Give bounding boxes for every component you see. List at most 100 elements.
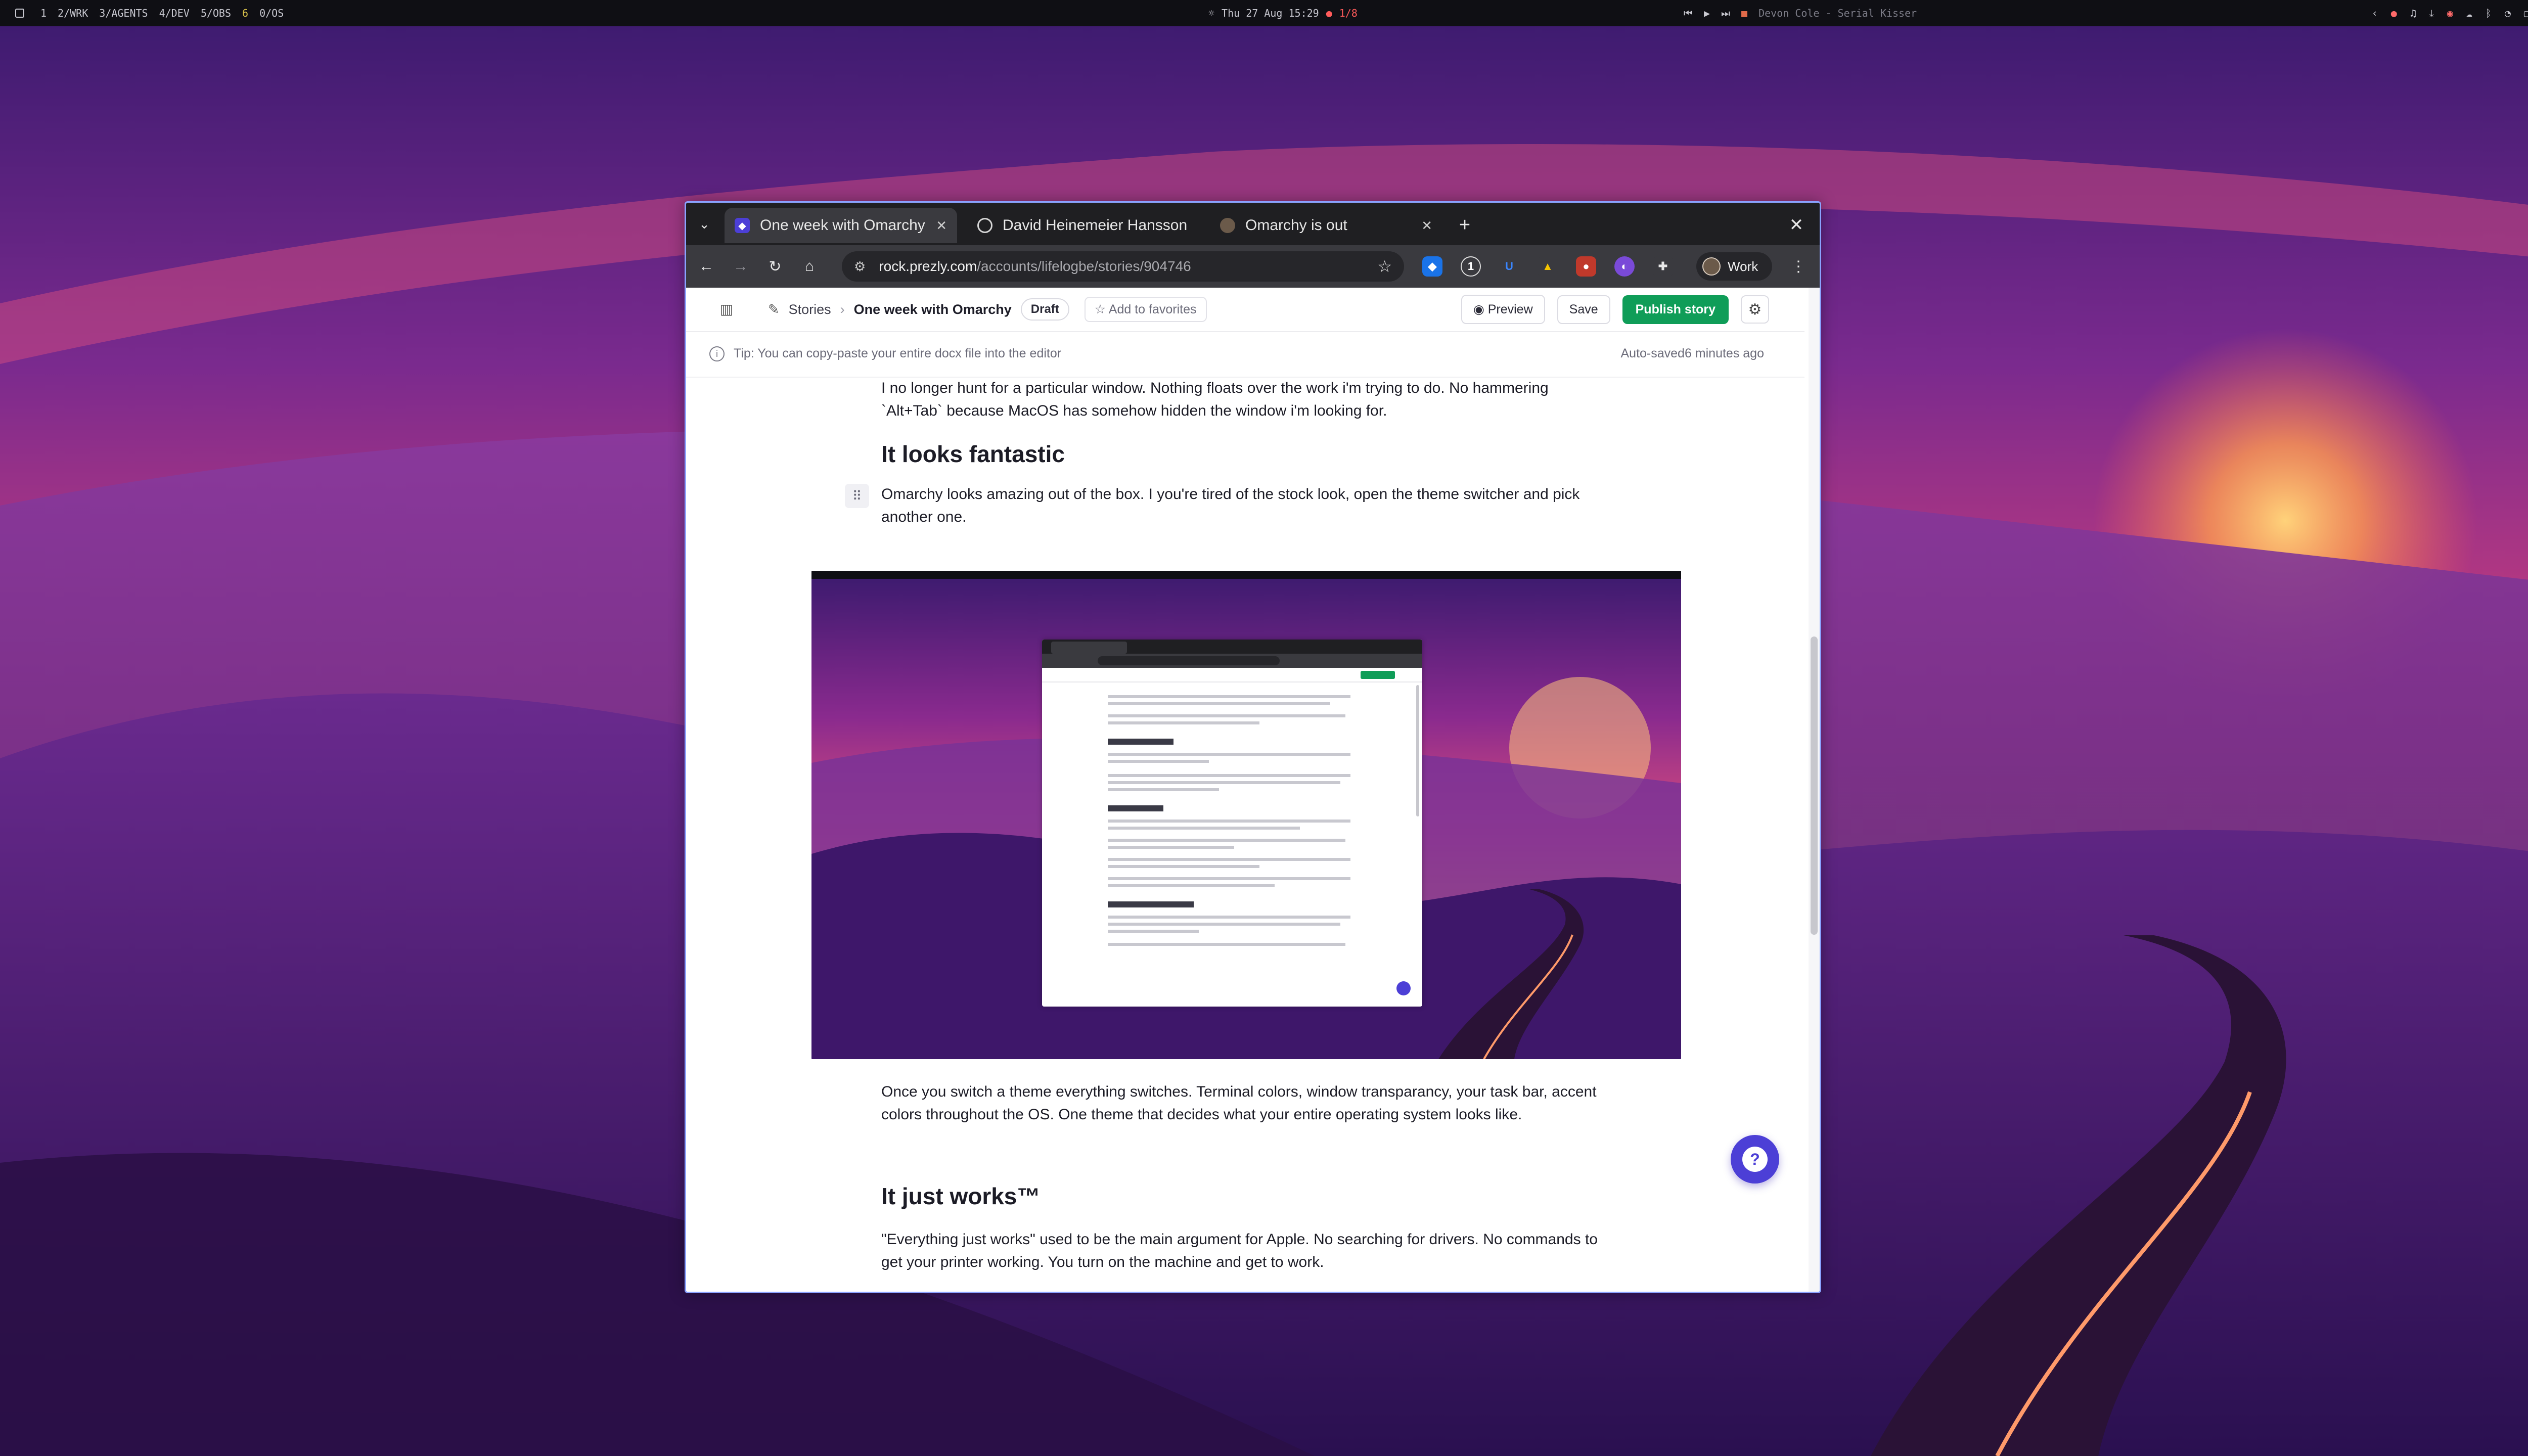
- extensions-puzzle-icon[interactable]: ✚: [1653, 256, 1673, 277]
- workspace-6[interactable]: 6: [242, 7, 248, 19]
- tip-bar: i Tip: You can copy-paste your entire do…: [686, 331, 1804, 378]
- download-icon[interactable]: ⤓: [2429, 7, 2434, 19]
- workspace-5[interactable]: 5/OBS: [201, 7, 231, 19]
- workspace-4[interactable]: 4/DEV: [159, 7, 190, 19]
- clock-area: ☼ Thu 27 Aug 15:29 ● 1/8: [1208, 0, 1358, 26]
- window-icon[interactable]: ▢: [2524, 7, 2528, 19]
- bluetooth-icon[interactable]: ᛒ: [2486, 7, 2492, 19]
- paragraph-looks-amazing[interactable]: Omarchy looks amazing out of the box. I …: [881, 483, 1599, 528]
- menu-kebab-icon[interactable]: ⋮: [1788, 255, 1809, 278]
- prezly-favicon-icon: ◆: [735, 218, 750, 233]
- save-button[interactable]: Save: [1557, 295, 1610, 324]
- brightness-icon[interactable]: ☼: [1208, 7, 1214, 19]
- browser-toolbar: ← → ↻ ⌂ ⚙ rock.prezly.com/accounts/lifel…: [686, 245, 1820, 288]
- extension-u-icon[interactable]: U: [1499, 256, 1519, 277]
- chevron-left-icon[interactable]: ‹: [2372, 7, 2378, 19]
- tab-dhh[interactable]: David Heinemeier Hansson: [967, 208, 1200, 243]
- github-icon[interactable]: ◉: [2447, 7, 2453, 19]
- sidebar-toggle-icon[interactable]: ▥: [715, 298, 738, 320]
- url-domain: rock.prezly.com: [879, 258, 977, 274]
- breadcrumb-current: One week with Omarchy: [853, 301, 1012, 317]
- system-top-bar: 1 2/WRK 3/AGENTS 4/DEV 5/OBS 6 0/OS ☼ Th…: [0, 0, 2528, 26]
- publish-story-button[interactable]: Publish story: [1622, 295, 1729, 324]
- paragraph-window-hunting[interactable]: I no longer hunt for a particular window…: [881, 377, 1599, 422]
- system-tray: ‹ ● ♫ ⤓ ◉ ☁ ᛒ ◔ ▢ ◀ ▭: [2372, 0, 2528, 26]
- star-icon[interactable]: ☆: [1377, 257, 1392, 276]
- album-art-icon: ■: [1741, 7, 1748, 19]
- add-to-favorites-button[interactable]: ☆ Add to favorites: [1084, 297, 1207, 322]
- notification-count: 1/8: [1339, 7, 1358, 19]
- tab-strip: ⌄ ◆ One week with Omarchy ✕ David Heinem…: [686, 203, 1820, 245]
- new-tab-plus-icon[interactable]: +: [1451, 211, 1479, 239]
- extension-red-icon[interactable]: ●: [1576, 256, 1596, 277]
- scrollbar-thumb[interactable]: [1811, 636, 1818, 935]
- tray-app-icon[interactable]: ●: [2391, 7, 2397, 19]
- notification-icon[interactable]: ●: [1326, 7, 1332, 19]
- close-icon[interactable]: ✕: [936, 218, 947, 234]
- close-icon[interactable]: ✕: [1421, 218, 1432, 234]
- profile-button[interactable]: Work: [1696, 252, 1772, 281]
- workspace-switcher: 1 2/WRK 3/AGENTS 4/DEV 5/OBS 6 0/OS: [15, 7, 284, 19]
- back-arrow-icon[interactable]: ←: [694, 254, 718, 279]
- drag-handle-icon[interactable]: ⠿: [845, 484, 869, 508]
- paragraph-theme-switch[interactable]: Once you switch a theme everything switc…: [881, 1080, 1599, 1126]
- embedded-screenshot-image[interactable]: [811, 571, 1681, 1059]
- gear-icon[interactable]: ⚙: [1741, 295, 1769, 324]
- address-bar[interactable]: ⚙ rock.prezly.com/accounts/lifelogbe/sto…: [842, 251, 1404, 282]
- preview-button[interactable]: ◉ Preview: [1461, 295, 1545, 324]
- previous-track-icon[interactable]: ⏮: [1684, 7, 1693, 19]
- home-icon[interactable]: ⌂: [797, 254, 822, 279]
- forward-arrow-icon[interactable]: →: [729, 254, 753, 279]
- add-to-favorites-label: Add to favorites: [1108, 302, 1197, 316]
- globe-icon: [977, 218, 992, 233]
- password-manager-icon[interactable]: 1: [1461, 256, 1481, 277]
- clock[interactable]: Thu 27 Aug 15:29: [1222, 7, 1319, 19]
- reload-icon[interactable]: ↻: [763, 254, 787, 279]
- story-header: ▥ ✎ Stories › One week with Omarchy Draf…: [686, 288, 1804, 332]
- info-icon: i: [709, 346, 725, 361]
- now-playing: Devon Cole - Serial Kisser: [1758, 7, 1917, 19]
- tab-title: One week with Omarchy: [760, 217, 925, 234]
- site-settings-icon[interactable]: ⚙: [854, 259, 866, 275]
- editor-content[interactable]: I no longer hunt for a particular window…: [686, 377, 1804, 1292]
- launcher-icon[interactable]: [15, 9, 24, 18]
- prezly-editor-page: ▥ ✎ Stories › One week with Omarchy Draf…: [686, 288, 1820, 1292]
- autosave-status: Auto-saved6 minutes ago: [1620, 346, 1764, 360]
- workspace-0[interactable]: 0/OS: [259, 7, 284, 19]
- paragraph-everything-just-works[interactable]: "Everything just works" used to be the m…: [881, 1228, 1599, 1273]
- play-icon[interactable]: ▶: [1704, 7, 1710, 19]
- extension-purple-icon[interactable]: ◐: [1614, 256, 1635, 277]
- thumbnail-browser-graphic: [1042, 640, 1422, 995]
- cloud-icon[interactable]: ☁: [2466, 7, 2472, 19]
- workspace-3[interactable]: 3/AGENTS: [99, 7, 148, 19]
- breadcrumb: ✎ Stories › One week with Omarchy Draft …: [768, 288, 1207, 331]
- tab-title: David Heinemeier Hansson: [1003, 217, 1188, 234]
- eye-icon: ◉: [1473, 302, 1484, 316]
- tab-omarchy-is-out[interactable]: Omarchy is out ✕: [1210, 208, 1442, 243]
- extension-drive-icon[interactable]: ▲: [1538, 256, 1558, 277]
- workspace-1[interactable]: 1: [40, 7, 47, 19]
- star-icon: ☆: [1094, 302, 1106, 316]
- avatar-favicon-icon: [1220, 218, 1235, 233]
- page-scrollbar[interactable]: [1809, 288, 1820, 1292]
- headphones-icon[interactable]: ♫: [2410, 7, 2416, 19]
- window-close-icon[interactable]: ✕: [1784, 213, 1809, 237]
- url-path: /accounts/lifelogbe/stories/904746: [977, 258, 1191, 274]
- wifi-icon[interactable]: ◔: [2505, 7, 2511, 19]
- workspace-2[interactable]: 2/WRK: [58, 7, 88, 19]
- breadcrumb-stories[interactable]: Stories: [789, 302, 831, 317]
- tip-text: Tip: You can copy-paste your entire docx…: [734, 346, 1062, 360]
- tab-search-chevron-icon[interactable]: ⌄: [693, 213, 715, 235]
- profile-label: Work: [1728, 258, 1758, 274]
- tab-one-week-with-omarchy[interactable]: ◆ One week with Omarchy ✕: [725, 208, 957, 243]
- media-controls: ⏮ ▶ ⏭ ■ Devon Cole - Serial Kisser: [1684, 0, 1917, 26]
- chevron-right-icon: ›: [840, 301, 845, 317]
- help-chat-button[interactable]: ?: [1731, 1135, 1779, 1184]
- extension-pin-icon[interactable]: ◆: [1422, 256, 1442, 277]
- tab-title: Omarchy is out: [1245, 217, 1347, 234]
- browser-window: ⌄ ◆ One week with Omarchy ✕ David Heinem…: [685, 201, 1821, 1293]
- status-badge: Draft: [1020, 298, 1069, 321]
- next-track-icon[interactable]: ⏭: [1721, 7, 1730, 19]
- heading-it-just-works[interactable]: It just works™: [881, 1182, 1040, 1210]
- heading-it-looks-fantastic[interactable]: It looks fantastic: [881, 440, 1065, 468]
